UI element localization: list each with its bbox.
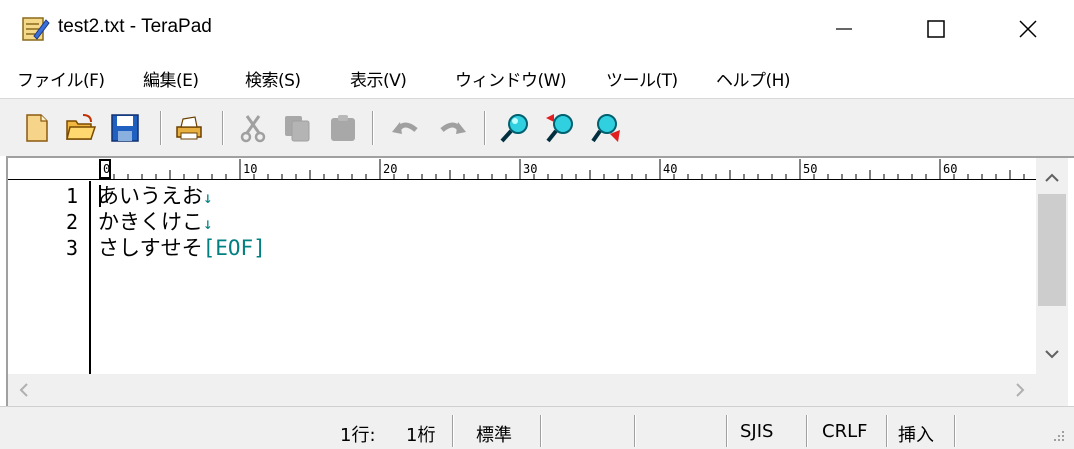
cut-button[interactable] (236, 111, 270, 145)
status-newline: CRLF (822, 421, 868, 442)
status-separator (806, 415, 808, 447)
newline-marker: ↓ (203, 188, 213, 207)
status-separator (726, 415, 728, 447)
search-next-icon (546, 114, 573, 143)
ruler-label: 40 (663, 162, 677, 176)
vertical-scrollbar[interactable] (1036, 158, 1068, 374)
status-insert-mode: 挿入 (898, 425, 934, 446)
save-icon (111, 114, 139, 142)
minimize-icon (836, 28, 852, 30)
status-column: 1桁 (406, 425, 436, 446)
gutter-divider (89, 181, 91, 374)
paste-icon (331, 115, 355, 141)
ruler-label: 50 (803, 162, 817, 176)
text-line[interactable]: あいうえお↓ (98, 183, 213, 211)
text-line[interactable]: さしすせそ[EOF] (98, 235, 266, 261)
toolbar (0, 98, 1074, 156)
status-separator (886, 415, 888, 447)
replace-icon (591, 114, 620, 143)
window-title: test2.txt - TeraPad (58, 16, 212, 37)
eof-marker: [EOF] (202, 236, 266, 260)
close-button[interactable] (982, 0, 1074, 58)
ruler: 0 10 20 30 40 50 60 (8, 158, 1036, 180)
status-row: 1行: (340, 425, 376, 446)
ruler-label: 30 (523, 162, 537, 176)
redo-button[interactable] (436, 111, 470, 145)
replace-button[interactable] (590, 111, 624, 145)
status-separator (452, 415, 454, 447)
status-separator (540, 415, 542, 447)
toolbar-separator (222, 111, 224, 145)
copy-icon (285, 116, 310, 142)
paste-button[interactable] (326, 111, 360, 145)
undo-button[interactable] (388, 111, 422, 145)
scrollbar-corner (1036, 374, 1068, 406)
status-mode: 標準 (476, 425, 512, 446)
save-button[interactable] (108, 111, 142, 145)
terapad-app-icon[interactable] (20, 14, 50, 44)
text-line[interactable]: かきくけこ↓ (98, 209, 213, 237)
line-number: 1 (65, 184, 78, 208)
redo-icon (440, 122, 466, 134)
menu-search[interactable]: 検索(S) (245, 66, 301, 91)
menu-help[interactable]: ヘルプ(H) (716, 66, 791, 91)
print-button[interactable] (172, 111, 206, 145)
scroll-left-icon[interactable] (8, 374, 40, 406)
close-icon (1019, 20, 1037, 38)
new-file-icon (26, 114, 48, 142)
search-icon (500, 114, 528, 143)
ruler-label: 60 (943, 162, 957, 176)
copy-button[interactable] (280, 111, 314, 145)
menu-window[interactable]: ウィンドウ(W) (455, 66, 567, 91)
title-bar[interactable]: test2.txt - TeraPad (0, 0, 1074, 58)
menu-view[interactable]: 表示(V) (350, 66, 407, 91)
maximize-button[interactable] (890, 0, 982, 58)
scroll-right-icon[interactable] (1004, 374, 1036, 406)
resize-grip-icon[interactable] (1048, 425, 1068, 445)
toolbar-separator (372, 111, 374, 145)
line-number: 2 (65, 210, 78, 234)
menu-file[interactable]: ファイル(F) (17, 66, 105, 91)
menu-bar: ファイル(F) 編集(E) 検索(S) 表示(V) ウィンドウ(W) ツール(T… (0, 58, 1074, 98)
text-editor[interactable]: 1 あいうえお↓ 2 かきくけこ↓ 3 さしすせそ[EOF] (8, 181, 1036, 374)
toolbar-separator (484, 111, 486, 145)
search-next-button[interactable] (544, 111, 578, 145)
ruler-label: 20 (383, 162, 397, 176)
ruler-label: 10 (243, 162, 257, 176)
ruler-ticks: 0 10 20 30 40 50 60 (99, 159, 1025, 179)
newline-marker: ↓ (203, 214, 213, 233)
status-separator (954, 415, 956, 447)
maximize-icon (927, 20, 945, 38)
scroll-up-icon[interactable] (1036, 160, 1068, 194)
menu-tools[interactable]: ツール(T) (606, 66, 678, 91)
vertical-scroll-thumb[interactable] (1038, 194, 1066, 306)
toolbar-separator (160, 111, 162, 145)
search-button[interactable] (498, 111, 532, 145)
scroll-down-icon[interactable] (1036, 338, 1068, 372)
horizontal-scrollbar[interactable] (8, 374, 1068, 406)
text-caret (99, 185, 101, 207)
status-separator (634, 415, 636, 447)
status-bar: 1行: 1桁 標準 SJIS CRLF 挿入 (0, 406, 1074, 449)
cut-icon (240, 115, 266, 143)
menu-edit[interactable]: 編集(E) (143, 66, 199, 91)
undo-icon (392, 122, 418, 134)
new-file-button[interactable] (20, 111, 54, 145)
line-number: 3 (65, 236, 78, 260)
open-folder-icon (66, 114, 97, 140)
minimize-button[interactable] (798, 0, 890, 58)
status-encoding: SJIS (740, 421, 774, 442)
open-file-button[interactable] (64, 111, 98, 145)
print-icon (176, 116, 202, 140)
